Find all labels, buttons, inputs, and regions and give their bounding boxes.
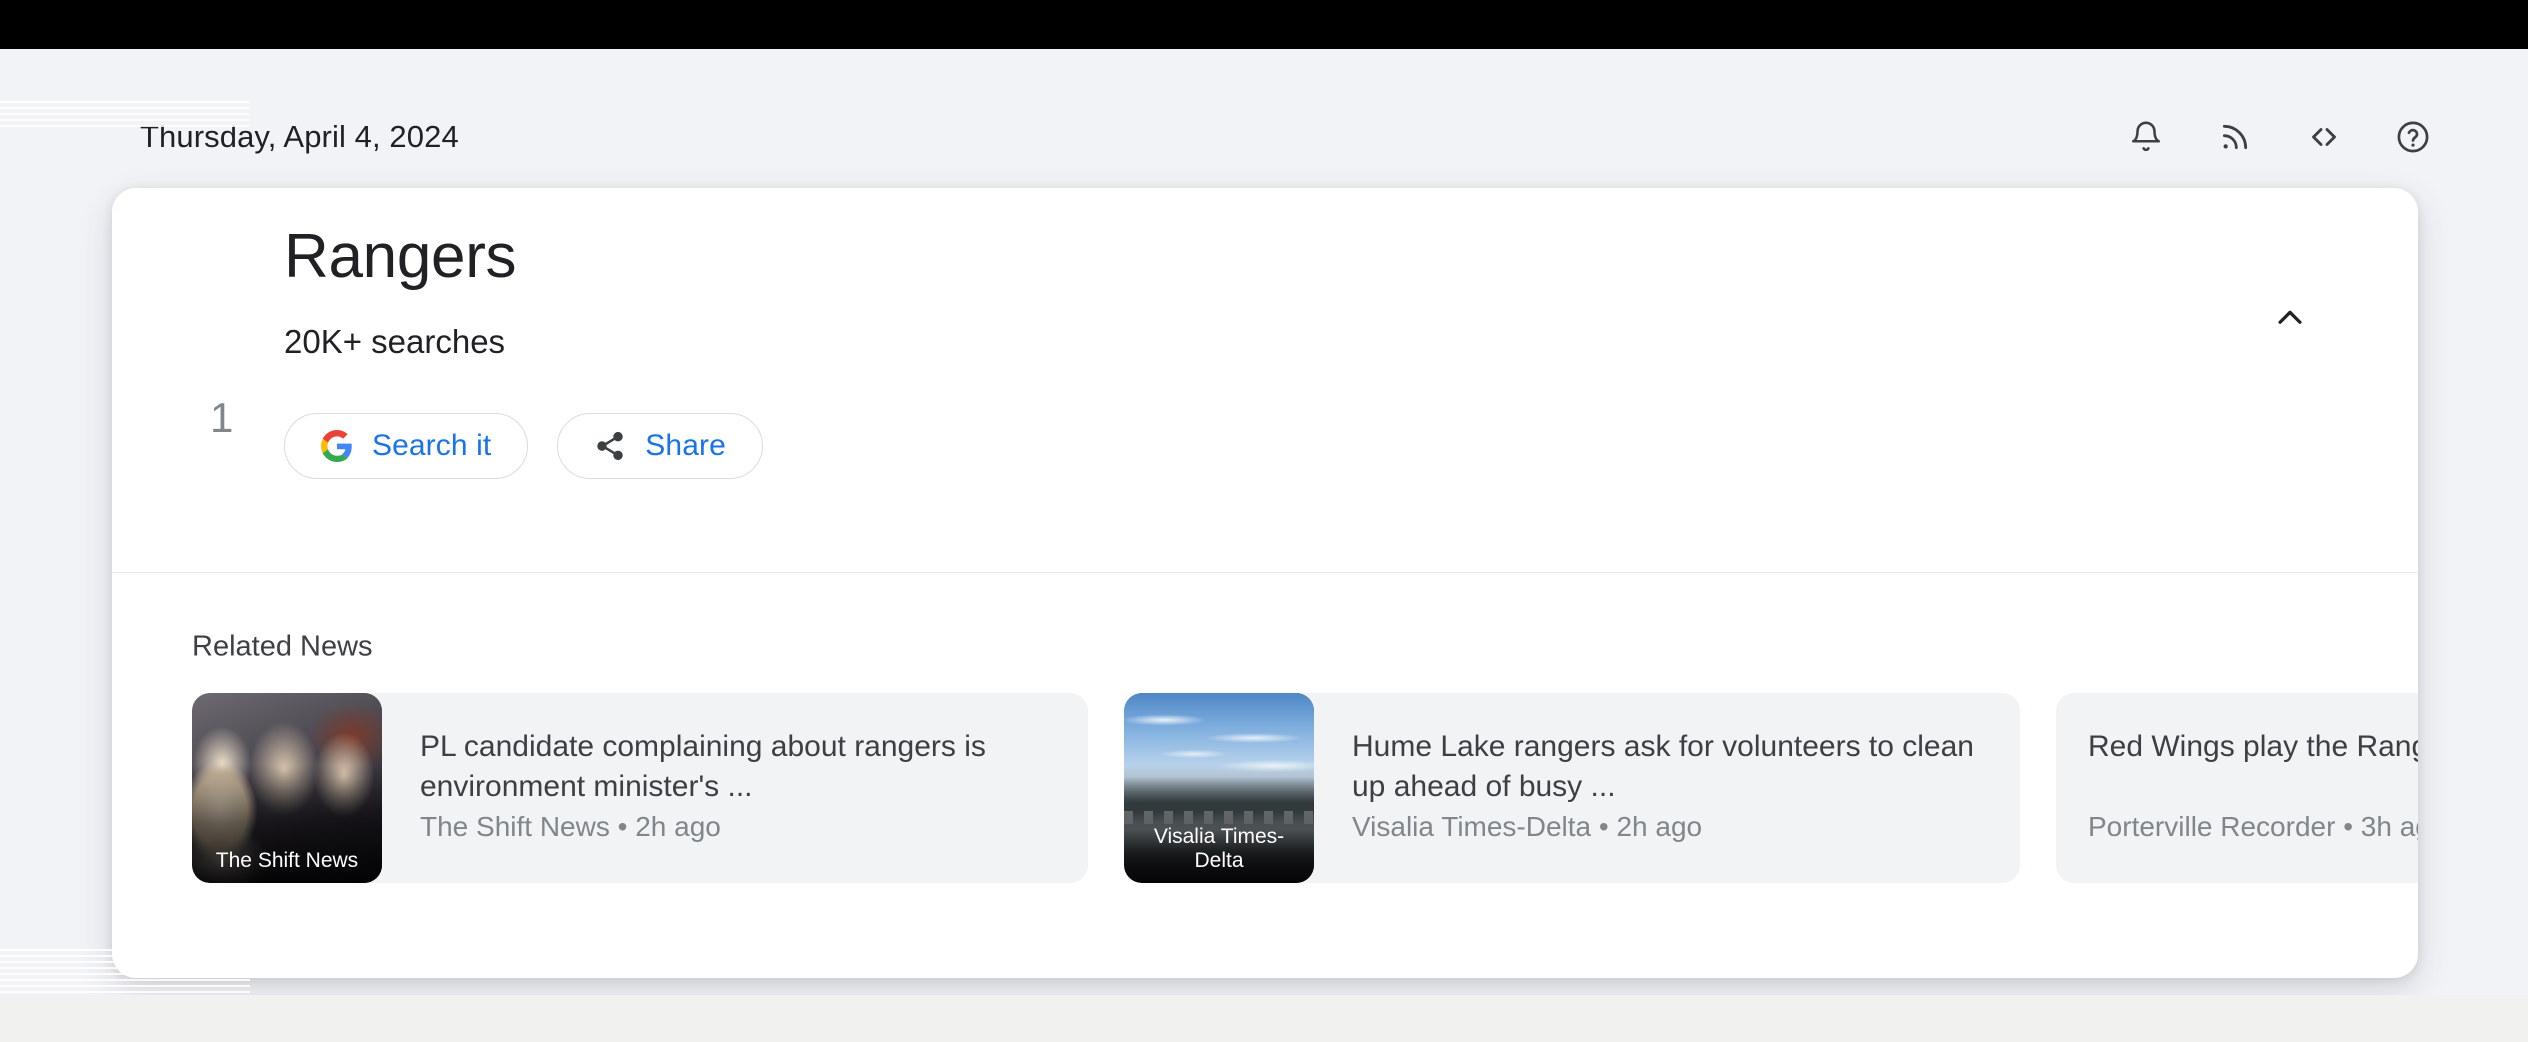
browser-top-black-bar xyxy=(0,0,2528,49)
share-icon xyxy=(594,430,626,462)
news-card-text: Red Wings play the Rangers, loo Portervi… xyxy=(2056,693,2418,883)
current-date-label: Thursday, April 4, 2024 xyxy=(140,119,459,154)
trend-rank: 1 xyxy=(210,394,234,441)
news-headline: Red Wings play the Rangers, loo xyxy=(2088,730,2418,763)
rss-feed-icon[interactable] xyxy=(2212,114,2258,160)
news-source-and-time: Porterville Recorder • 3h ago xyxy=(2088,811,2418,842)
news-source-and-time: Visalia Times-Delta • 2h ago xyxy=(1352,811,1703,842)
trend-card-header: 1 Rangers 20K+ searches Search it Share xyxy=(112,188,2418,572)
page-bottom-band xyxy=(0,995,2528,1042)
news-card-text: Hume Lake rangers ask for volunteers to … xyxy=(1314,693,2020,883)
news-card[interactable]: Visalia Times-Delta Hume Lake rangers as… xyxy=(1124,693,2020,883)
trend-title: Rangers xyxy=(284,222,517,291)
news-thumbnail: Visalia Times-Delta xyxy=(1124,693,1314,883)
chevron-up-icon[interactable] xyxy=(2258,286,2322,350)
page-header: Thursday, April 4, 2024 xyxy=(0,49,2528,180)
search-it-button[interactable]: Search it xyxy=(284,413,529,479)
share-label: Share xyxy=(645,429,726,462)
google-logo-icon xyxy=(321,430,353,462)
news-card[interactable]: The Shift News PL candidate complaining … xyxy=(192,693,1088,883)
search-it-label: Search it xyxy=(372,429,492,462)
related-news-heading: Related News xyxy=(192,630,373,663)
help-icon[interactable] xyxy=(2390,114,2436,160)
news-card[interactable]: Red Wings play the Rangers, loo Portervi… xyxy=(2056,693,2418,883)
related-news-strip[interactable]: The Shift News PL candidate complaining … xyxy=(192,693,2418,883)
notifications-icon[interactable] xyxy=(2123,114,2169,160)
news-headline: PL candidate complaining about rangers i… xyxy=(420,730,986,803)
screen: Thursday, April 4, 2024 1 Rangers 20K+ s… xyxy=(0,0,2528,1042)
share-button[interactable]: Share xyxy=(557,413,763,479)
embed-code-icon[interactable] xyxy=(2301,114,2347,160)
news-thumbnail-source-label: The Shift News xyxy=(215,849,359,873)
related-news-section: Related News The Shift News PL candidate… xyxy=(112,573,2418,978)
news-headline: Hume Lake rangers ask for volunteers to … xyxy=(1352,730,1974,803)
trend-card: 1 Rangers 20K+ searches Search it Share … xyxy=(112,188,2418,978)
news-source-and-time: The Shift News • 2h ago xyxy=(420,811,721,842)
page-viewport: Thursday, April 4, 2024 1 Rangers 20K+ s… xyxy=(0,49,2528,995)
trend-search-volume: 20K+ searches xyxy=(284,323,506,360)
news-thumbnail-source-label: Visalia Times-Delta xyxy=(1153,825,1285,873)
header-actions xyxy=(2123,114,2436,160)
trend-card-actions: Search it Share xyxy=(284,413,763,479)
news-card-text: PL candidate complaining about rangers i… xyxy=(382,693,1088,883)
news-thumbnail: The Shift News xyxy=(192,693,382,883)
